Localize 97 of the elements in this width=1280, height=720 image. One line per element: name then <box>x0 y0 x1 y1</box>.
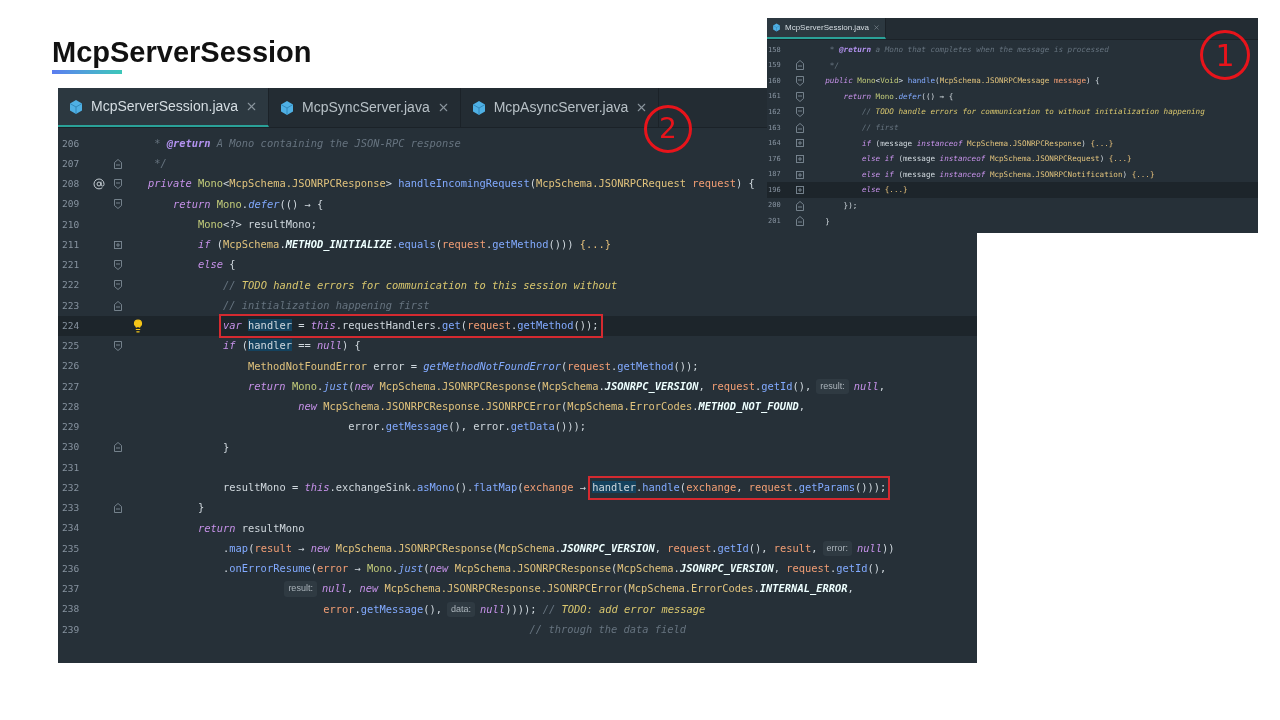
expand-icon[interactable] <box>114 239 122 250</box>
editor-tab[interactable]: McpSyncServer.java <box>269 88 461 127</box>
collapse-icon[interactable] <box>114 179 122 190</box>
line-number: 206 <box>61 136 81 151</box>
tab-label: McpServerSession.java <box>91 97 239 116</box>
tab-label: McpAsyncServer.java <box>493 98 629 117</box>
collapse-icon[interactable] <box>796 200 804 211</box>
code-text: else { <box>198 257 236 273</box>
highlight-box: handler.handle(exchange, request.getParams())); <box>588 476 891 500</box>
code-text: // initialization happening first <box>223 297 430 313</box>
tab-label: McpServerSession.java <box>785 21 870 34</box>
lightbulb-icon[interactable] <box>131 318 145 333</box>
tab-label: McpSyncServer.java <box>302 98 430 117</box>
line-number: 237 <box>61 582 81 596</box>
line-number: 231 <box>61 460 81 475</box>
line-number: 211 <box>61 237 81 252</box>
line-number: 236 <box>61 561 81 576</box>
parameter-hint: error: <box>822 540 853 557</box>
line-number: 210 <box>61 217 81 232</box>
line-number: 208 <box>61 177 81 191</box>
code-text: * @return A Mono containing the JSON-RPC response <box>154 135 461 151</box>
callout-number: 2 <box>644 105 692 153</box>
code-text: null)))); // TODO: add error message <box>480 601 706 617</box>
code-text: null)) <box>857 540 895 556</box>
code-text: if (McpSchema.METHOD_INITIALIZE.equals(request.getMethod())) {...} <box>198 237 612 253</box>
line-number: 224 <box>61 318 81 333</box>
accent-bar <box>52 70 122 74</box>
parameter-hint: result: <box>816 378 849 395</box>
editor-tab[interactable]: McpServerSession.java <box>58 88 270 127</box>
line-number: 239 <box>61 622 81 637</box>
collapse-icon[interactable] <box>796 216 804 227</box>
code-text: error.getMessage(), error.getData())); <box>348 419 586 435</box>
collapse-icon[interactable] <box>114 260 122 271</box>
collapse-icon[interactable] <box>114 341 122 352</box>
line-number: 222 <box>61 278 81 293</box>
code-text: Mono<?> resultMono; <box>198 216 317 232</box>
code-text: MethodNotFoundError error = getMethodNotFoundError(request.getMethod()); <box>248 358 699 374</box>
expand-icon[interactable] <box>796 138 804 149</box>
code-text: } <box>198 500 205 516</box>
line-number: 235 <box>61 541 81 556</box>
expand-icon[interactable] <box>796 153 804 164</box>
code-text: if (handler == null) { <box>223 338 361 354</box>
editor-tab[interactable]: McpServerSession.java <box>767 18 887 39</box>
code-text: return Mono.defer(() → { <box>173 196 324 212</box>
slide-title: McpServerSession <box>52 35 312 70</box>
collapse-icon[interactable] <box>114 442 122 453</box>
collapse-icon[interactable] <box>114 503 122 514</box>
parameter-hint: result: <box>284 581 317 597</box>
code-text: // through the data field <box>529 621 686 637</box>
line-number: 228 <box>61 399 81 414</box>
line-number: 230 <box>61 440 81 455</box>
expand-icon[interactable] <box>796 169 804 180</box>
collapse-icon[interactable] <box>114 158 122 169</box>
code-text: null, <box>853 378 886 394</box>
code-text: // TODO handle errors for communication to this session without <box>223 277 618 293</box>
highlight-box: var handler = this.requestHandlers.get(request.getMethod()); <box>219 314 603 338</box>
code-text: null, new McpSchema.JSONRPCResponse.JSONRPCError(McpSchema.ErrorCodes.INTERNAL_ERROR, <box>321 581 854 597</box>
code-text: private Mono<McpSchema.JSONRPCResponse> handleIncomingRequest(McpSchema.JSONRPCRequest request) { <box>148 176 755 192</box>
code-text: resultMono = this.exchangeSink.asMono().flatMap(exchange → <box>223 480 586 496</box>
code-text: return resultMono <box>198 520 305 536</box>
cube-icon <box>279 99 296 116</box>
line-number: 221 <box>61 258 81 272</box>
code-text: } <box>223 439 230 455</box>
collapse-icon[interactable] <box>114 300 122 311</box>
line-number: 207 <box>61 156 81 171</box>
code-text: .map(result → new McpSchema.JSONRPCResponse(McpSchema.JSONRPC_VERSION, request.getId(), result, <box>223 540 818 557</box>
line-number: 209 <box>61 197 81 212</box>
close-icon[interactable] <box>873 24 881 31</box>
line-number: 238 <box>61 602 81 617</box>
line-number: 227 <box>61 379 81 394</box>
code-text: error.getMessage(), <box>323 601 443 617</box>
line-number: 229 <box>61 420 81 434</box>
line-number: 234 <box>61 521 81 536</box>
line-number: 223 <box>61 298 81 313</box>
line-number: 226 <box>61 359 81 374</box>
cube-icon <box>470 99 487 116</box>
code-text: */ <box>154 156 167 172</box>
cube-icon <box>772 23 781 32</box>
code-text: .onErrorResume(error → Mono.just(new McpSchema.JSONRPCResponse(McpSchema.JSONRPC_VERSION, request.getId(), <box>223 561 887 577</box>
line-number: 232 <box>61 480 81 495</box>
collapse-icon[interactable] <box>114 280 122 291</box>
callout-number: 1 <box>1200 30 1250 80</box>
expand-icon[interactable] <box>796 185 804 196</box>
code-text: new McpSchema.JSONRPCResponse.JSONRPCError(McpSchema.ErrorCodes.METHOD_NOT_FOUND, <box>298 399 805 415</box>
collapse-icon[interactable] <box>796 76 804 86</box>
cube-icon <box>68 98 84 115</box>
annotation-icon[interactable] <box>93 178 105 191</box>
code-text: return Mono.just(new McpSchema.JSONRPCResponse(McpSchema.JSONRPC_VERSION, request.getId(), <box>248 378 812 395</box>
collapse-icon[interactable] <box>796 107 804 118</box>
line-number: 233 <box>61 501 81 515</box>
parameter-hint: data: <box>447 601 476 618</box>
editor-tab[interactable]: McpAsyncServer.java <box>460 88 660 127</box>
collapse-icon[interactable] <box>796 91 804 102</box>
line-number: 225 <box>61 339 81 353</box>
collapse-icon[interactable] <box>796 122 804 133</box>
collapse-icon[interactable] <box>114 199 122 210</box>
collapse-icon[interactable] <box>796 60 804 71</box>
